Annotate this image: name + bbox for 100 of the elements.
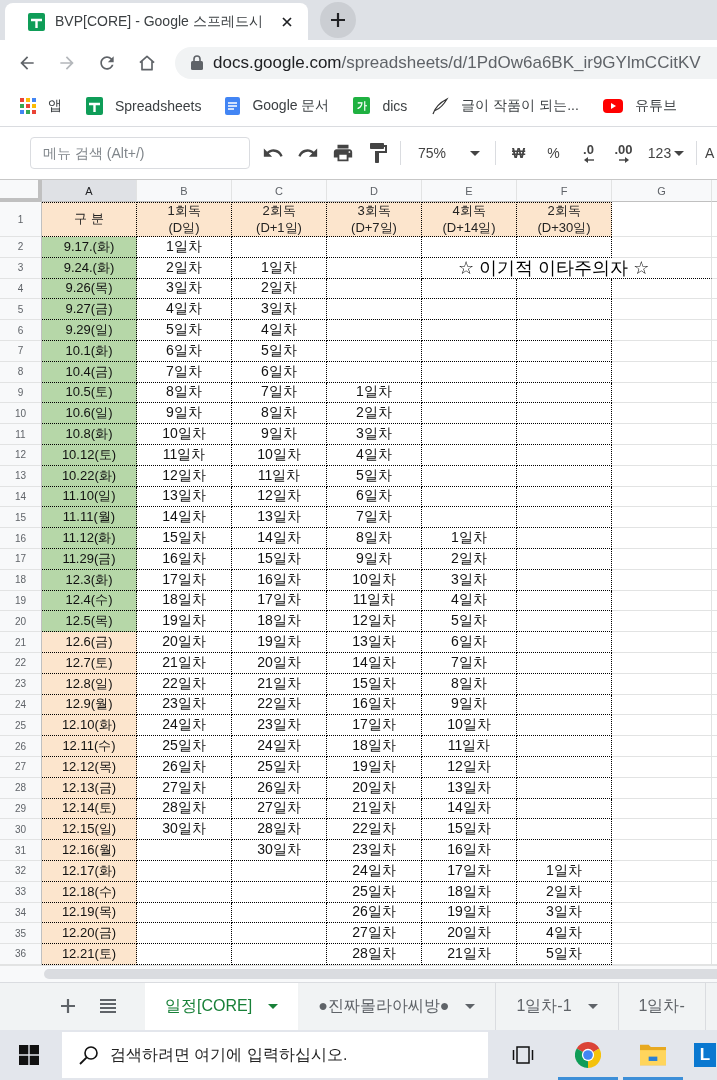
table-cell: 18일차 — [422, 881, 517, 903]
row-header[interactable]: 18 — [0, 569, 42, 591]
row-header[interactable]: 25 — [0, 715, 42, 737]
row-header[interactable]: 14 — [0, 486, 42, 508]
taskbar-app-button[interactable]: L — [694, 1042, 716, 1067]
row-header[interactable]: 30 — [0, 819, 42, 841]
currency-format-button[interactable]: ₩ — [501, 138, 536, 168]
row-header[interactable]: 6 — [0, 320, 42, 341]
date-cell: 9.27(금) — [42, 299, 137, 321]
bookmark-link[interactable]: 앱 — [14, 91, 68, 120]
table-cell: 6일차 — [327, 486, 422, 508]
new-tab-button[interactable] — [320, 2, 356, 38]
bookmark-link[interactable]: 유튜브 — [596, 91, 683, 120]
table-cell: 14일차 — [422, 798, 517, 820]
row-header[interactable]: 13 — [0, 465, 42, 487]
row-header[interactable]: 3 — [0, 257, 42, 279]
header-cell: 1회독 (D일) — [137, 202, 232, 237]
number-format-dropdown[interactable]: 123 — [641, 138, 691, 168]
zoom-dropdown[interactable]: 75% — [406, 138, 490, 168]
search-icon — [79, 1044, 99, 1065]
table-cell: 7일차 — [327, 507, 422, 529]
date-cell: 12.8(일) — [42, 673, 137, 695]
row-header[interactable]: 7 — [0, 341, 42, 362]
table-cell: 30일차 — [232, 840, 327, 861]
row-header[interactable]: 33 — [0, 881, 42, 903]
address-bar[interactable]: docs.google.com/spreadsheets/d/1PdOw6a6BK_ir9GYlmCCitKV — [175, 46, 717, 79]
table-cell: 12일차 — [327, 611, 422, 633]
row-header[interactable]: 26 — [0, 736, 42, 757]
sheet-tab[interactable]: 일정[CORE] — [145, 982, 299, 1030]
taskbar-search-field[interactable]: 검색하려면 여기에 입력하십시오. — [62, 1031, 488, 1078]
bookmark-link[interactable]: 글이 작품이 되는... — [425, 91, 585, 120]
row-header[interactable]: 10 — [0, 403, 42, 425]
row-header[interactable]: 24 — [0, 694, 42, 716]
font-dropdown[interactable]: A — [705, 138, 715, 168]
bookmark-link[interactable]: Google 문서 — [219, 91, 336, 120]
decrease-decimal-button[interactable]: .0 — [571, 138, 606, 168]
column-header[interactable]: D — [327, 180, 422, 202]
row-header[interactable]: 4 — [0, 278, 42, 300]
sheet-tab[interactable]: 1일차-1 — [496, 982, 619, 1030]
close-icon — [282, 16, 292, 27]
row-header[interactable]: 23 — [0, 673, 42, 695]
row-header[interactable]: 19 — [0, 590, 42, 612]
table-cell: 1일차 — [137, 237, 232, 258]
bookmark-link[interactable]: 가 dics — [347, 91, 414, 120]
menu-search-field[interactable]: 메뉴 검색 (Alt+/) — [30, 137, 250, 169]
row-header[interactable]: 27 — [0, 756, 42, 778]
table-cell: 5일차 — [422, 611, 517, 633]
table-cell: 20일차 — [232, 652, 327, 674]
row-header[interactable]: 29 — [0, 798, 42, 820]
table-cell: 5일차 — [137, 320, 232, 341]
date-cell: 10.4(금) — [42, 361, 137, 383]
sheet-tab[interactable]: ●진짜몰라아씨방● — [298, 982, 497, 1030]
date-cell: 12.4(수) — [42, 590, 137, 612]
row-header[interactable]: 31 — [0, 840, 42, 861]
row-header[interactable]: 16 — [0, 528, 42, 549]
row-header[interactable]: 1 — [0, 202, 42, 237]
row-header[interactable]: 17 — [0, 548, 42, 570]
row-header[interactable]: 12 — [0, 444, 42, 466]
row-header[interactable]: 5 — [0, 299, 42, 321]
increase-decimal-button[interactable]: .00 — [606, 138, 641, 168]
percent-format-button[interactable]: % — [536, 138, 571, 168]
table-cell: 27일차 — [232, 798, 327, 820]
row-header[interactable]: 36 — [0, 944, 42, 965]
row-header[interactable]: 20 — [0, 611, 42, 633]
row-header[interactable]: 8 — [0, 361, 42, 383]
date-cell: 12.11(수) — [42, 736, 137, 757]
table-cell: 28일차 — [232, 819, 327, 841]
row-header[interactable]: 35 — [0, 923, 42, 945]
row-header[interactable]: 2 — [0, 237, 42, 258]
date-cell: 10.22(화) — [42, 465, 137, 487]
table-cell: 7일차 — [137, 361, 232, 383]
table-cell: 23일차 — [327, 840, 422, 861]
column-header[interactable]: C — [232, 180, 327, 202]
plus-icon — [61, 999, 75, 1014]
column-header[interactable]: B — [137, 180, 232, 202]
row-header[interactable]: 21 — [0, 632, 42, 653]
date-cell: 11.12(화) — [42, 528, 137, 549]
table-cell: 10일차 — [422, 715, 517, 737]
column-header[interactable]: G — [612, 180, 712, 202]
pen-icon — [431, 96, 450, 115]
table-cell: 9일차 — [327, 548, 422, 570]
bookmark-link[interactable]: Spreadsheets — [80, 91, 208, 120]
date-cell: 9.17.(화) — [42, 237, 137, 258]
row-header[interactable]: 22 — [0, 652, 42, 674]
browser-tab[interactable]: BVP[CORE] - Google 스프레드시 — [5, 3, 308, 40]
row-header[interactable]: 28 — [0, 777, 42, 799]
row-header[interactable]: 32 — [0, 860, 42, 882]
table-cell: 3일차 — [137, 278, 232, 300]
arrow-right-icon — [618, 157, 629, 163]
arrow-left-icon — [583, 157, 594, 163]
row-header[interactable]: 34 — [0, 902, 42, 924]
row-header[interactable]: 9 — [0, 382, 42, 404]
column-header[interactable]: E — [422, 180, 517, 202]
row-header[interactable]: 11 — [0, 424, 42, 445]
app-grid-icon — [20, 97, 36, 114]
table-cell: 15일차 — [137, 528, 232, 549]
column-header[interactable]: A — [42, 180, 137, 202]
sheet-tab[interactable]: 1일차- — [618, 982, 706, 1030]
column-header[interactable]: F — [517, 180, 612, 202]
row-header[interactable]: 15 — [0, 507, 42, 529]
